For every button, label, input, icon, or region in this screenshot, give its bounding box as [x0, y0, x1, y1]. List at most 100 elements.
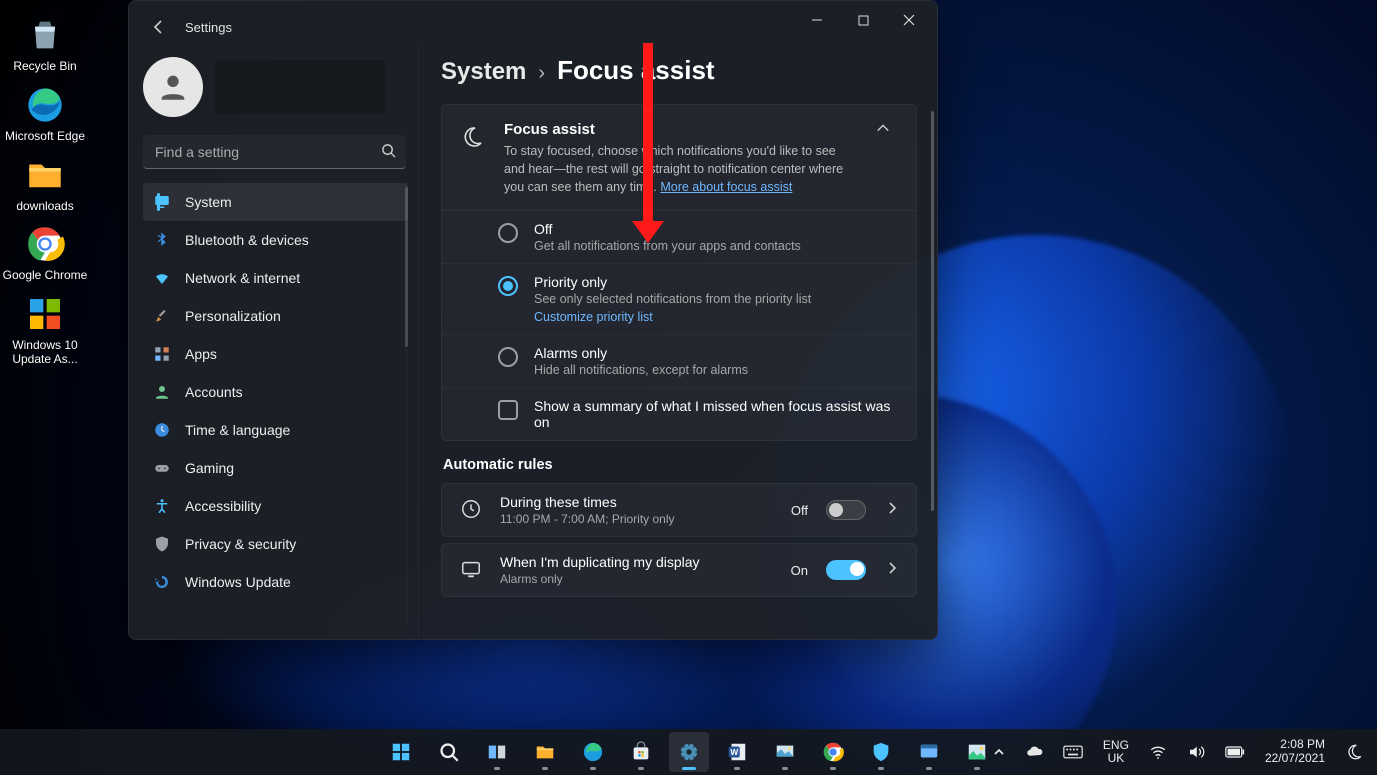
desktop-icon-edge[interactable]: Microsoft Edge — [0, 78, 90, 148]
taskbar-store-button[interactable] — [621, 732, 661, 772]
rule-title: During these times — [500, 494, 775, 510]
sidebar-item-accounts[interactable]: Accounts — [143, 373, 408, 411]
breadcrumb-parent[interactable]: System — [441, 58, 526, 86]
search-wrap — [143, 135, 406, 169]
tray-language-button[interactable]: ENGUK — [1099, 735, 1133, 769]
nav-icon — [153, 193, 171, 211]
moon-icon — [460, 125, 486, 151]
rule-desc: Alarms only — [500, 572, 775, 586]
option-text: Show a summary of what I missed when foc… — [534, 398, 898, 430]
rule-during-these-times[interactable]: During these times 11:00 PM - 7:00 AM; P… — [441, 483, 917, 537]
desktop-icon-label: Microsoft Edge — [5, 130, 85, 144]
taskbar-explorer-button[interactable] — [525, 732, 565, 772]
taskbar-app-button[interactable] — [909, 732, 949, 772]
content-scrollbar-thumb[interactable] — [931, 111, 934, 511]
tray-volume-icon[interactable] — [1183, 739, 1209, 765]
taskbar-taskview-button[interactable] — [477, 732, 517, 772]
customize-priority-list-link[interactable]: Customize priority list — [534, 310, 811, 324]
rule-toggle[interactable] — [826, 560, 866, 580]
desktop[interactable]: Recycle Bin Microsoft Edge downloads Goo… — [0, 0, 1377, 775]
sidebar-item-label: Time & language — [185, 422, 290, 438]
clock-icon — [460, 498, 484, 522]
radio-option-off[interactable]: Off Get all notifications from your apps… — [442, 210, 916, 263]
tray-keyboard-icon[interactable] — [1059, 741, 1087, 763]
more-about-focus-assist-link[interactable]: More about focus assist — [660, 180, 792, 194]
sidebar-item-system[interactable]: System — [143, 183, 408, 221]
sidebar-item-apps[interactable]: Apps — [143, 335, 408, 373]
sidebar-item-gaming[interactable]: Gaming — [143, 449, 408, 487]
desktop-icon-win-update-assist[interactable]: Windows 10 Update As... — [0, 287, 90, 371]
nav-scrollbar-thumb[interactable] — [405, 187, 408, 347]
nav-icon — [153, 345, 171, 363]
radio-control[interactable] — [498, 347, 518, 367]
sidebar-item-privacy-security[interactable]: Privacy & security — [143, 525, 408, 563]
user-row[interactable] — [143, 51, 408, 131]
option-desc: Get all notifications from your apps and… — [534, 239, 801, 253]
checkbox-option-show-a-summary-of-what-i-missed-when-focus-assist-was-on[interactable]: Show a summary of what I missed when foc… — [442, 387, 916, 440]
radio-option-alarms-only[interactable]: Alarms only Hide all notifications, exce… — [442, 334, 916, 387]
taskbar-edge-button[interactable] — [573, 732, 613, 772]
rule-when-i-m-duplicating-my-display[interactable]: When I'm duplicating my display Alarms o… — [441, 543, 917, 597]
radio-control[interactable] — [498, 223, 518, 243]
desktop-icons: Recycle Bin Microsoft Edge downloads Goo… — [0, 8, 90, 371]
windows-logo-icon — [24, 293, 66, 335]
tray-wifi-icon[interactable] — [1145, 739, 1171, 765]
option-title: Off — [534, 221, 801, 237]
breadcrumb-sep: › — [538, 62, 545, 85]
focus-assist-header[interactable]: Focus assist To stay focused, choose whi… — [442, 105, 916, 210]
taskbar-word-button[interactable]: W — [717, 732, 757, 772]
desktop-icon-label: downloads — [16, 200, 73, 214]
display-icon — [460, 558, 484, 582]
sidebar-item-label: Bluetooth & devices — [185, 232, 309, 248]
close-button[interactable] — [887, 5, 931, 35]
rule-text: During these times 11:00 PM - 7:00 AM; P… — [500, 494, 775, 526]
tray-overflow-button[interactable] — [989, 742, 1009, 762]
taskbar-security-button[interactable] — [861, 732, 901, 772]
window-title: Settings — [185, 20, 232, 35]
user-info-redacted — [215, 60, 385, 114]
desktop-icon-downloads[interactable]: downloads — [0, 148, 90, 218]
taskbar-tray: ENGUK 2:08 PM22/07/2021 — [989, 734, 1367, 770]
sidebar-item-network-internet[interactable]: Network & internet — [143, 259, 408, 297]
sidebar-item-windows-update[interactable]: Windows Update — [143, 563, 408, 601]
chevron-up-icon[interactable] — [868, 121, 898, 135]
rule-state-label: Off — [791, 503, 808, 518]
search-icon — [381, 143, 396, 161]
search-input[interactable] — [143, 135, 406, 169]
rule-toggle[interactable] — [826, 500, 866, 520]
focus-assist-header-text: Focus assist To stay focused, choose whi… — [504, 121, 850, 196]
sidebar-item-label: Privacy & security — [185, 536, 296, 552]
minimize-button[interactable] — [795, 5, 839, 35]
sidebar-item-bluetooth-devices[interactable]: Bluetooth & devices — [143, 221, 408, 259]
option-text: Priority only See only selected notifica… — [534, 274, 811, 324]
taskbar-settings-button[interactable] — [669, 732, 709, 772]
option-title: Show a summary of what I missed when foc… — [534, 398, 898, 430]
radio-option-priority-only[interactable]: Priority only See only selected notifica… — [442, 263, 916, 334]
tray-battery-icon[interactable] — [1221, 742, 1249, 762]
start-button[interactable] — [381, 732, 421, 772]
tray-focus-assist-icon[interactable] — [1341, 739, 1367, 765]
content: System › Focus assist Focus assist To st… — [419, 43, 937, 639]
sidebar-item-label: Accessibility — [185, 498, 261, 514]
back-button[interactable] — [147, 15, 171, 39]
maximize-button[interactable] — [841, 5, 885, 35]
taskbar-search-button[interactable] — [429, 732, 469, 772]
desktop-icon-recycle-bin[interactable]: Recycle Bin — [0, 8, 90, 78]
desktop-icon-label: Google Chrome — [3, 269, 88, 283]
taskbar-screenshot-button[interactable] — [765, 732, 805, 772]
tray-onedrive-icon[interactable] — [1021, 739, 1047, 765]
tray-clock[interactable]: 2:08 PM22/07/2021 — [1261, 734, 1329, 770]
sidebar-item-time-language[interactable]: Time & language — [143, 411, 408, 449]
sidebar-item-label: Gaming — [185, 460, 234, 476]
sidebar-item-label: Accounts — [185, 384, 243, 400]
sidebar-item-accessibility[interactable]: Accessibility — [143, 487, 408, 525]
desktop-icon-chrome[interactable]: Google Chrome — [0, 217, 90, 287]
sidebar-item-label: Network & internet — [185, 270, 300, 286]
taskbar-chrome-button[interactable] — [813, 732, 853, 772]
sidebar-item-label: Personalization — [185, 308, 281, 324]
desktop-icon-label: Windows 10 Update As... — [2, 339, 88, 367]
sidebar-item-personalization[interactable]: Personalization — [143, 297, 408, 335]
focus-assist-card: Focus assist To stay focused, choose whi… — [441, 104, 917, 441]
checkbox-control[interactable] — [498, 400, 518, 420]
radio-control[interactable] — [498, 276, 518, 296]
